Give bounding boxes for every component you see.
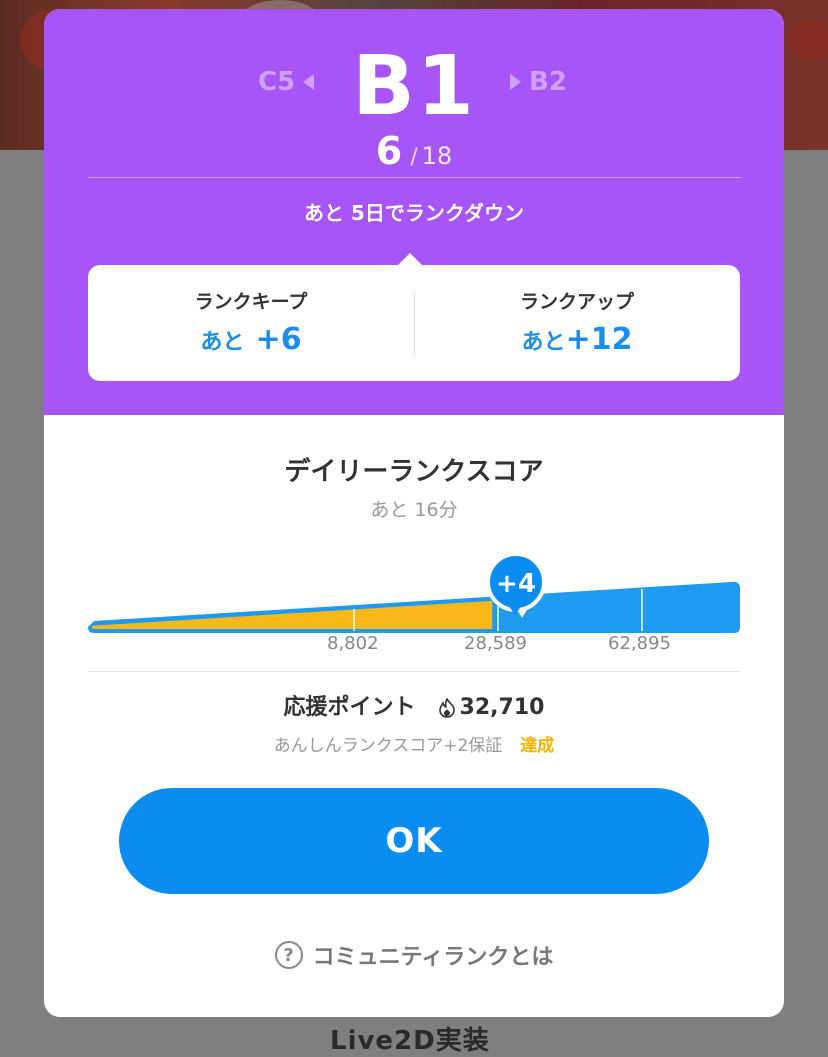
- help-link[interactable]: ? コミュニティランクとは: [44, 939, 784, 971]
- rank-keep: ランクキープ あと +6: [88, 287, 414, 357]
- daily-score-title: デイリーランクスコア: [284, 457, 544, 487]
- card-notch: [398, 253, 422, 265]
- ok-button[interactable]: OK: [119, 788, 709, 894]
- support-points-label: 応援ポイント: [283, 695, 416, 720]
- position-number: 6: [375, 129, 403, 173]
- rank-up-number: +12: [565, 322, 633, 357]
- rank-keep-number: +6: [255, 322, 302, 357]
- background-text: Live2D実装: [330, 1026, 490, 1056]
- rank-up-label: ランクアップ: [519, 291, 634, 313]
- next-rank: B2: [510, 67, 567, 97]
- rank-up: ランクアップ あと+12: [414, 287, 740, 357]
- rank-down-message: あと 5日でランクダウン: [303, 201, 525, 225]
- question-icon: ?: [274, 941, 303, 969]
- score-bar-fill: [92, 600, 493, 629]
- section-divider: [88, 671, 740, 672]
- rank-up-prefix: あと: [521, 330, 566, 355]
- position-separator: /: [410, 145, 418, 170]
- help-link-label: コミュニティランクとは: [312, 945, 554, 970]
- guarantee-text: あんしんランクスコア+2保証: [273, 736, 503, 756]
- rank-header: C5 B1 B2 6/18 あと 5日でランクダウン ランクキープ あと +6 …: [44, 9, 784, 415]
- daily-score-remaining: あと 16分: [370, 499, 458, 521]
- rank-targets-card: ランクキープ あと +6 ランクアップ あと+12: [88, 253, 740, 381]
- rank-modal: C5 B1 B2 6/18 あと 5日でランクダウン ランクキープ あと +6 …: [44, 9, 784, 1017]
- triangle-right-icon: [510, 74, 521, 90]
- current-rank: B1: [352, 39, 476, 134]
- flame-icon: [438, 698, 455, 718]
- rank-keep-value: あと +6: [88, 322, 414, 357]
- guarantee-status: 達成: [520, 736, 555, 756]
- threshold-label-3: 62,895: [608, 633, 671, 654]
- support-points: 応援ポイント 32,710: [44, 689, 784, 721]
- threshold-label-1: 8,802: [327, 633, 379, 654]
- score-badge-text: +4: [496, 569, 536, 599]
- guarantee-line: あんしんランクスコア+2保証 達成: [44, 731, 784, 756]
- daily-score-bar: +4: [88, 552, 740, 633]
- next-rank-label: B2: [529, 67, 567, 97]
- rank-up-value: あと+12: [414, 322, 740, 357]
- rank-keep-label: ランクキープ: [194, 291, 308, 313]
- rank-position: 6 /18: [44, 129, 784, 173]
- threshold-label-2: 28,589: [464, 633, 527, 654]
- header-divider: [88, 177, 740, 178]
- support-points-value: 32,710: [459, 695, 545, 720]
- position-total: 18: [421, 142, 453, 170]
- rank-keep-prefix: あと: [200, 330, 245, 355]
